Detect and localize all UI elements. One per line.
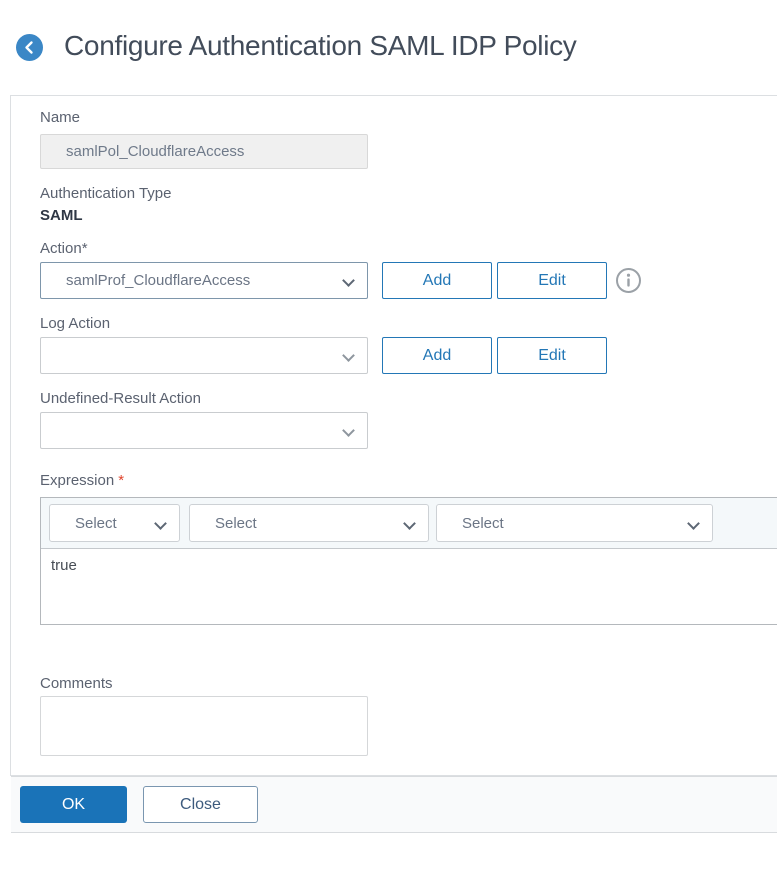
dialog-header: Configure Authentication SAML IDP Policy <box>0 0 777 95</box>
expression-operand-select-1-value: Select <box>75 515 117 532</box>
log-action-select[interactable] <box>40 337 368 374</box>
expression-operand-select-3[interactable]: Select <box>436 504 713 542</box>
close-button[interactable]: Close <box>143 786 258 823</box>
authentication-type-value: SAML <box>40 207 777 225</box>
authentication-type-label: Authentication Type <box>40 185 777 203</box>
undefined-result-action-label: Undefined-Result Action <box>40 390 777 408</box>
name-label: Name <box>40 109 777 127</box>
comments-input[interactable] <box>40 696 368 756</box>
action-select[interactable]: samlProf_CloudflareAccess <box>40 262 368 299</box>
footer-bar: OK Close <box>11 776 777 833</box>
name-input <box>40 134 368 169</box>
info-icon <box>615 267 642 294</box>
chevron-down-icon <box>342 424 355 437</box>
chevron-down-icon <box>687 517 700 530</box>
comments-label: Comments <box>40 675 777 693</box>
action-edit-button[interactable]: Edit <box>497 262 607 299</box>
configure-saml-idp-policy-dialog: Configure Authentication SAML IDP Policy… <box>0 0 777 877</box>
chevron-down-icon <box>342 274 355 287</box>
arrow-left-icon <box>22 40 37 55</box>
expression-operand-select-1[interactable]: Select <box>49 504 180 542</box>
action-select-value: samlProf_CloudflareAccess <box>66 272 250 289</box>
expression-input[interactable]: true <box>41 549 777 624</box>
required-asterisk: * <box>118 472 124 489</box>
expression-editor: Select Select Select true <box>40 497 777 625</box>
expression-label: Expression* <box>40 472 777 490</box>
log-action-add-button[interactable]: Add <box>382 337 492 374</box>
action-label: Action* <box>40 240 777 258</box>
form-panel: Name Authentication Type SAML Action* sa… <box>10 95 777 776</box>
expression-toolbar: Select Select Select <box>41 498 777 549</box>
chevron-down-icon <box>154 517 167 530</box>
undefined-result-action-select[interactable] <box>40 412 368 449</box>
back-button[interactable] <box>16 34 43 61</box>
action-info-button[interactable] <box>615 267 642 294</box>
log-action-label: Log Action <box>40 315 777 333</box>
expression-operand-select-2[interactable]: Select <box>189 504 429 542</box>
chevron-down-icon <box>342 349 355 362</box>
ok-button[interactable]: OK <box>20 786 127 823</box>
action-add-button[interactable]: Add <box>382 262 492 299</box>
page-title: Configure Authentication SAML IDP Policy <box>64 30 577 62</box>
expression-operand-select-3-value: Select <box>462 515 504 532</box>
expression-label-text: Expression <box>40 472 114 489</box>
log-action-edit-button[interactable]: Edit <box>497 337 607 374</box>
expression-operand-select-2-value: Select <box>215 515 257 532</box>
chevron-down-icon <box>403 517 416 530</box>
